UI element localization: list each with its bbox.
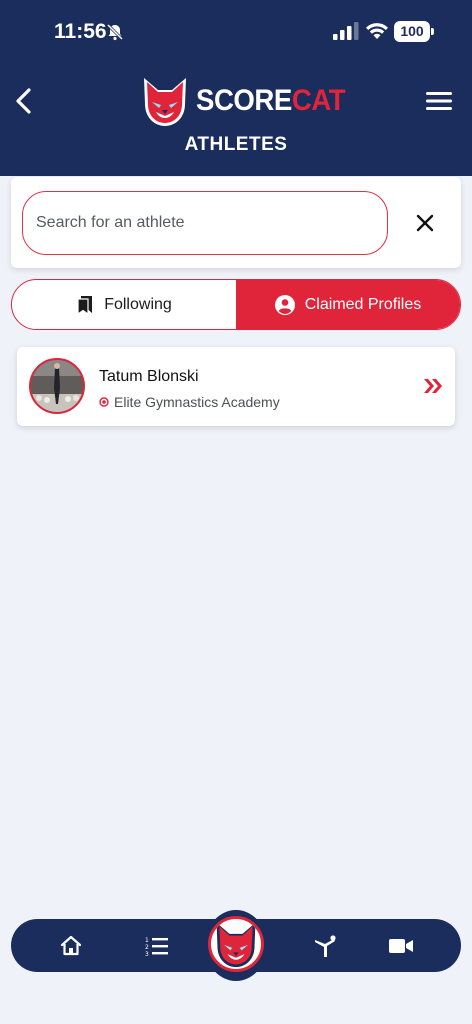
video-icon[interactable]	[388, 933, 414, 959]
tab-following[interactable]: Following	[12, 280, 236, 329]
search-input[interactable]	[22, 191, 388, 255]
logo-wordmark: SCORECAT	[196, 84, 346, 117]
bell-off-icon	[106, 23, 124, 41]
page-title: ATHLETES	[184, 134, 288, 155]
bottom-nav: 1 2 3	[11, 910, 461, 981]
scorecat-home-button[interactable]	[205, 910, 267, 981]
tab-following-label: Following	[104, 295, 172, 313]
back-button[interactable]	[12, 86, 36, 116]
list-icon[interactable]: 1 2 3	[144, 933, 170, 959]
status-bar: 11:56 100	[0, 0, 472, 64]
wifi-icon	[366, 23, 388, 39]
athlete-avatar	[29, 358, 85, 414]
search-card	[11, 177, 461, 268]
location-dot-icon	[99, 397, 109, 407]
cat-logo-icon	[144, 78, 186, 126]
app-header: 11:56 100 SCORECAT ATHLETES	[0, 0, 472, 176]
athlete-name: Tatum Blonski	[99, 368, 199, 385]
double-chevron-right-icon[interactable]	[423, 377, 443, 395]
athlete-list-item[interactable]: Tatum Blonski Elite Gymnastics Academy	[17, 347, 455, 426]
svg-text:1: 1	[145, 937, 149, 944]
svg-text:3: 3	[145, 951, 149, 958]
user-circle-icon	[274, 294, 295, 315]
signal-icon	[333, 22, 359, 40]
tab-claimed-profiles-label: Claimed Profiles	[304, 295, 422, 313]
profile-tabs: Following Claimed Profiles	[11, 279, 461, 330]
gymnast-icon[interactable]	[313, 933, 339, 959]
athlete-photo	[31, 360, 83, 412]
home-icon[interactable]	[58, 933, 84, 959]
tab-claimed-profiles[interactable]: Claimed Profiles	[236, 280, 460, 329]
svg-text:2: 2	[145, 944, 149, 951]
status-time: 11:56	[54, 20, 107, 43]
hamburger-menu-button[interactable]	[424, 88, 454, 114]
scorecat-logo-icon	[208, 916, 264, 972]
scorecat-logo: SCORECAT	[138, 74, 346, 130]
bookmark-icon	[77, 295, 93, 315]
athlete-gym: Elite Gymnastics Academy	[114, 394, 280, 410]
battery-icon: 100	[394, 21, 434, 42]
close-icon[interactable]	[415, 213, 435, 233]
